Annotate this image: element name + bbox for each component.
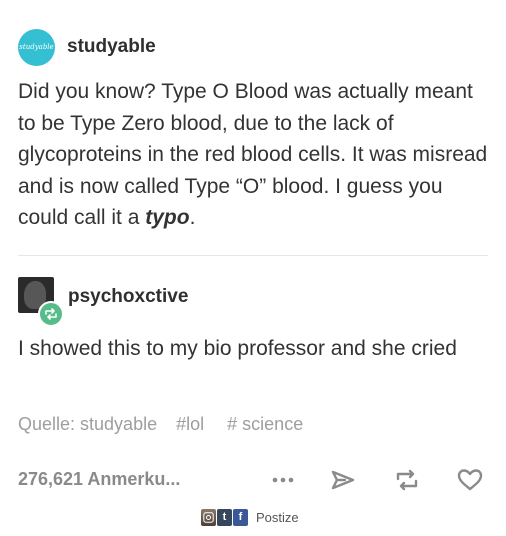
post-header: studyable studyable: [18, 27, 156, 67]
reply-body: I showed this to my bio professor and sh…: [18, 337, 457, 360]
like-icon[interactable]: [455, 465, 485, 495]
facebook-icon: f: [233, 508, 248, 526]
postize-watermark: t f Postize: [201, 507, 299, 527]
post-text-end: .: [189, 206, 196, 229]
divider: [18, 255, 488, 256]
avatar[interactable]: studyable: [18, 28, 55, 66]
instagram-icon: [201, 508, 216, 526]
notes-count[interactable]: 276,621 Anmerku...: [18, 469, 180, 490]
avatar-label: studyable: [19, 43, 54, 51]
post-text-emphasis: typo: [145, 206, 190, 229]
share-icon[interactable]: [328, 465, 358, 495]
username[interactable]: studyable: [67, 36, 156, 58]
tags-row: Quelle: studyable #lol # science: [18, 414, 317, 435]
reblog-icon[interactable]: [392, 465, 422, 495]
tag-lol[interactable]: #lol: [176, 414, 204, 434]
reply-username[interactable]: psychoxctive: [68, 286, 188, 308]
tag-science[interactable]: # science: [227, 414, 303, 434]
tumblr-post: studyable studyable Did you know? Type O…: [0, 0, 506, 536]
source-link[interactable]: Quelle: studyable: [18, 414, 157, 434]
reblog-badge-icon: [38, 301, 64, 327]
post-text-main: Did you know? Type O Blood was actually …: [18, 80, 488, 229]
post-body: Did you know? Type O Blood was actually …: [18, 76, 493, 234]
tumblr-icon: t: [217, 508, 232, 526]
more-icon[interactable]: [268, 465, 298, 495]
post-footer: 276,621 Anmerku...: [18, 465, 488, 495]
postize-label: Postize: [256, 509, 299, 525]
